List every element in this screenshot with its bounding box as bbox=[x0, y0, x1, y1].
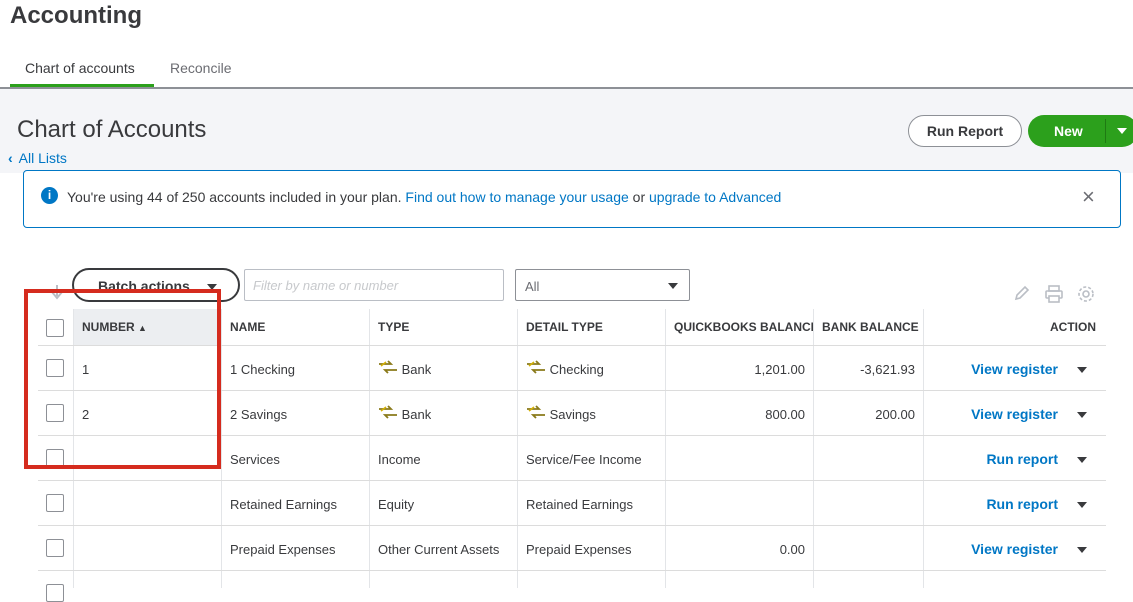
row-checkbox[interactable] bbox=[46, 584, 64, 602]
chevron-down-icon[interactable] bbox=[1077, 367, 1087, 373]
cell-detail-type: Service/Fee Income bbox=[526, 452, 642, 467]
highlight-annotation-box bbox=[24, 289, 221, 469]
chevron-left-icon: ‹ bbox=[8, 150, 13, 166]
printer-icon[interactable] bbox=[1044, 284, 1064, 309]
cell-type: Bank bbox=[378, 360, 431, 377]
cell-detail-type-label: Checking bbox=[549, 362, 604, 377]
table-row bbox=[38, 571, 1106, 602]
close-icon[interactable]: × bbox=[1082, 184, 1095, 210]
run-report-link[interactable]: Run report bbox=[931, 496, 1058, 512]
usage-info-banner: i You're using 44 of 250 accounts includ… bbox=[23, 170, 1121, 228]
run-report-button[interactable]: Run Report bbox=[908, 115, 1022, 147]
new-button-label: New bbox=[1054, 123, 1083, 139]
cell-type: Bank bbox=[378, 405, 431, 422]
view-register-link[interactable]: View register bbox=[931, 541, 1058, 557]
cell-name: 1 Checking bbox=[230, 362, 296, 377]
pencil-icon[interactable] bbox=[1013, 284, 1031, 307]
table-row: Prepaid Expenses Other Current Assets Pr… bbox=[38, 526, 1106, 571]
manage-usage-link[interactable]: Find out how to manage your usage bbox=[405, 189, 628, 205]
cell-detail-type: Savings bbox=[526, 405, 596, 422]
filter-input[interactable] bbox=[244, 269, 504, 301]
bank-feed-icon bbox=[379, 360, 397, 374]
cell-detail-type: Prepaid Expenses bbox=[526, 542, 632, 557]
cell-name: Prepaid Expenses bbox=[230, 542, 336, 557]
header-detail-type[interactable]: DETAIL TYPE bbox=[526, 320, 603, 334]
cell-qb-balance: 800.00 bbox=[765, 407, 805, 422]
chevron-down-icon[interactable] bbox=[1077, 547, 1087, 553]
all-lists-label: All Lists bbox=[18, 150, 67, 166]
bank-feed-icon bbox=[379, 405, 397, 419]
cell-type-label: Bank bbox=[401, 362, 432, 377]
chevron-down-icon bbox=[668, 283, 678, 289]
cell-bank-balance: -3,621.93 bbox=[860, 362, 915, 377]
bank-feed-icon bbox=[527, 405, 545, 419]
header-type[interactable]: TYPE bbox=[378, 320, 409, 334]
cell-detail-type: Checking bbox=[526, 360, 604, 377]
cell-bank-balance: 200.00 bbox=[875, 407, 915, 422]
cell-type: Income bbox=[378, 452, 421, 467]
chevron-down-icon[interactable] bbox=[1077, 457, 1087, 463]
view-register-link[interactable]: View register bbox=[931, 361, 1058, 377]
gear-icon[interactable] bbox=[1076, 284, 1096, 309]
cell-detail-type-label: Savings bbox=[549, 407, 596, 422]
chevron-down-icon[interactable] bbox=[1077, 412, 1087, 418]
cell-detail-type: Retained Earnings bbox=[526, 497, 633, 512]
banner-message: You're using 44 of 250 accounts included… bbox=[67, 189, 402, 205]
cell-qb-balance: 1,201.00 bbox=[754, 362, 805, 377]
chevron-down-icon[interactable] bbox=[1077, 502, 1087, 508]
cell-name: Services bbox=[230, 452, 280, 467]
cell-name: 2 Savings bbox=[230, 407, 288, 422]
cell-type: Equity bbox=[378, 497, 415, 512]
banner-or-text: or bbox=[632, 189, 646, 205]
cell-type-label: Bank bbox=[401, 407, 432, 422]
tab-chart-of-accounts[interactable]: Chart of accounts bbox=[25, 60, 135, 76]
new-button[interactable]: New bbox=[1028, 115, 1133, 147]
header-name[interactable]: NAME bbox=[230, 320, 265, 334]
cell-name: Retained Earnings bbox=[230, 497, 337, 512]
app-title: Accounting bbox=[10, 2, 142, 29]
run-report-link[interactable]: Run report bbox=[931, 451, 1058, 467]
table-row: Retained Earnings Equity Retained Earnin… bbox=[38, 481, 1106, 526]
cell-type: Other Current Assets bbox=[378, 542, 500, 557]
bank-feed-icon bbox=[527, 360, 545, 374]
header-action: ACTION bbox=[1050, 320, 1096, 334]
info-icon: i bbox=[41, 187, 58, 204]
new-dropdown-caret-icon[interactable] bbox=[1117, 128, 1127, 134]
page-title: Chart of Accounts bbox=[17, 116, 207, 143]
cell-qb-balance: 0.00 bbox=[779, 542, 805, 557]
row-checkbox[interactable] bbox=[46, 494, 64, 512]
account-filter-select[interactable]: All bbox=[515, 269, 690, 301]
tab-reconcile[interactable]: Reconcile bbox=[170, 60, 231, 76]
header-quickbooks-balance[interactable]: QUICKBOOKS BALANCE bbox=[674, 320, 813, 334]
new-button-divider bbox=[1105, 119, 1106, 143]
view-register-link[interactable]: View register bbox=[931, 406, 1058, 422]
header-bank-balance[interactable]: BANK BALANCE bbox=[822, 320, 919, 334]
all-lists-link[interactable]: ‹ All Lists bbox=[8, 150, 67, 166]
upgrade-link[interactable]: upgrade to Advanced bbox=[649, 189, 781, 205]
banner-text: You're using 44 of 250 accounts included… bbox=[67, 189, 781, 205]
row-checkbox[interactable] bbox=[46, 539, 64, 557]
select-value: All bbox=[525, 279, 540, 294]
